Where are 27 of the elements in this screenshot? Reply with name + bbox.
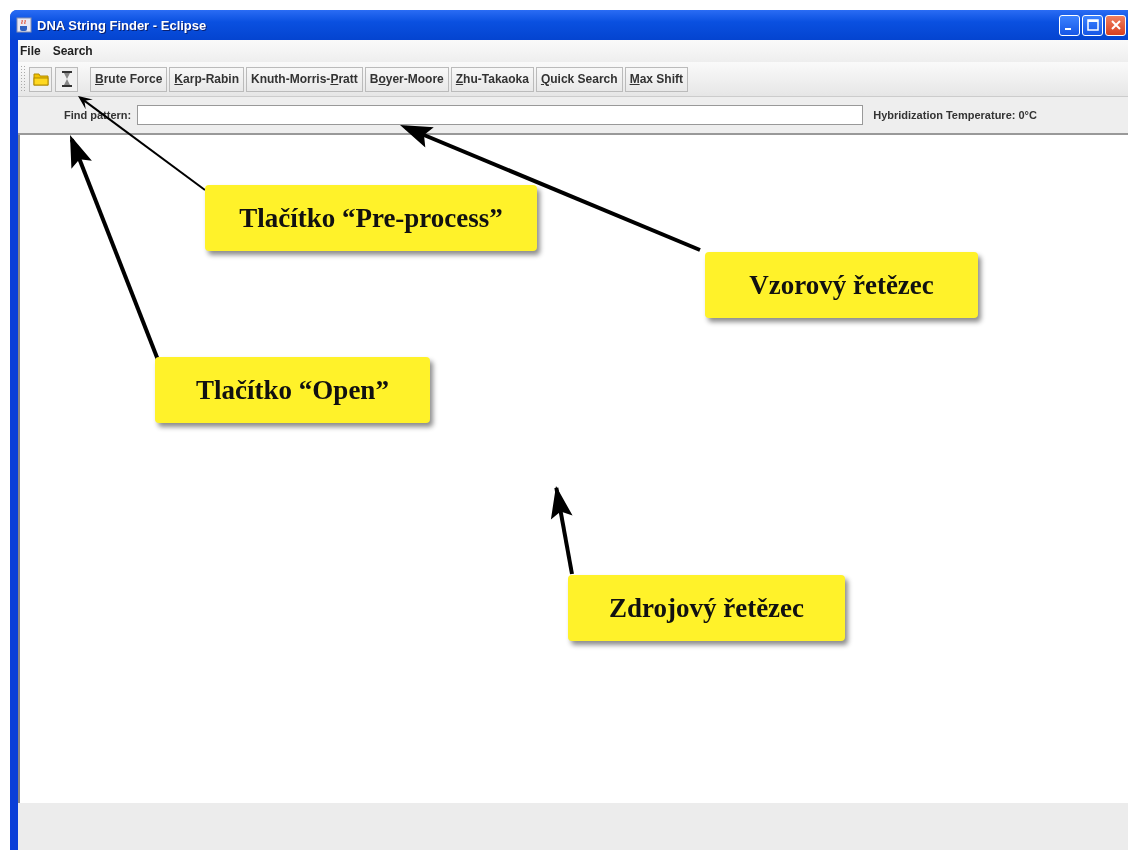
callout-label: Zdrojový řetězec (568, 575, 845, 641)
close-icon (1109, 19, 1122, 31)
minimize-button[interactable] (1059, 14, 1080, 36)
algorithm-button[interactable]: Quick Search (535, 66, 623, 92)
window-title: DNA String Finder - Eclipse (37, 17, 207, 33)
algorithm-button[interactable]: Zhu-Takaoka (450, 66, 534, 92)
callout-label: Vzorový řetězec (705, 252, 978, 318)
cup-icon (16, 17, 32, 33)
callout-label: Tlačítko “Pre-process” (205, 185, 537, 251)
minimize-icon (1064, 28, 1071, 30)
maximize-icon (1086, 19, 1099, 31)
folder-icon (32, 72, 49, 86)
algorithm-button[interactable]: Knuth-Morris-Pratt (246, 66, 363, 92)
algorithm-button[interactable]: Max Shift (624, 66, 688, 92)
hybridization-temperature: Hybridization Temperature: 0°C (873, 109, 1037, 121)
menu-item[interactable]: Search (52, 44, 93, 58)
algorithm-button[interactable]: Karp-Rabin (169, 66, 245, 92)
toolbar-grip[interactable] (20, 65, 26, 93)
hourglass-icon (60, 71, 73, 87)
preprocess-button[interactable] (55, 66, 78, 92)
menu-item[interactable]: File (20, 44, 41, 58)
pattern-field[interactable] (137, 105, 864, 125)
callout-label: Tlačítko “Open” (155, 357, 430, 423)
close-button[interactable] (1105, 14, 1126, 36)
algorithm-button[interactable]: Brute Force (90, 66, 168, 92)
algorithm-button[interactable]: Boyer-Moore (364, 66, 449, 92)
maximize-button[interactable] (1082, 14, 1103, 36)
